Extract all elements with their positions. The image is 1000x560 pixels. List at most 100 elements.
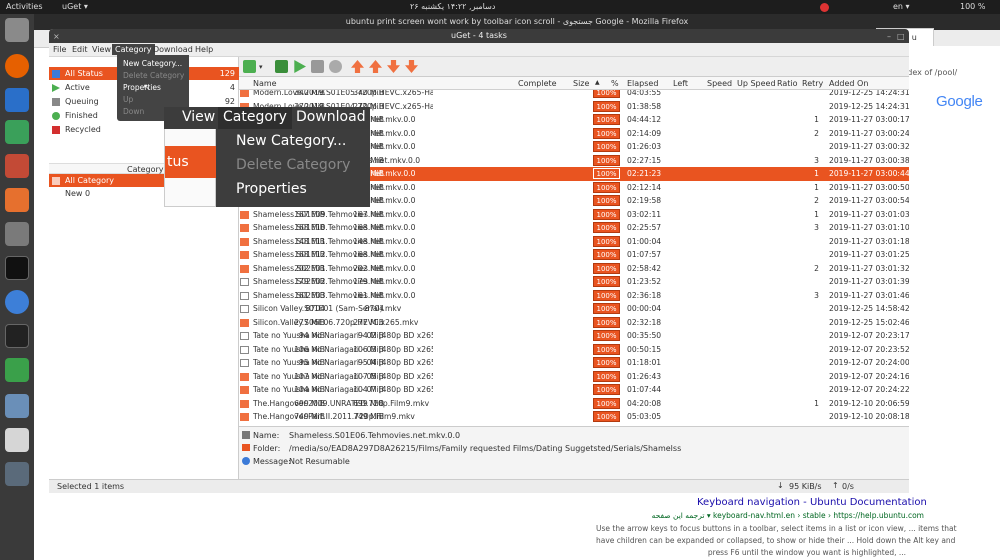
menu-up[interactable]: Up bbox=[123, 95, 133, 104]
row-progress: 100% bbox=[593, 303, 620, 314]
app-menu[interactable]: uGet ▾ bbox=[62, 2, 88, 11]
uget-icon[interactable] bbox=[5, 358, 29, 382]
properties-icon[interactable] bbox=[329, 60, 342, 73]
language-indicator[interactable]: en ▾ bbox=[893, 2, 910, 11]
table-row[interactable]: Silicon Valley.S01E01 (Sam-Serial).mkv 87… bbox=[239, 302, 909, 316]
menu-delete-category[interactable]: Delete Category bbox=[123, 71, 184, 80]
menu-file[interactable]: File bbox=[53, 45, 66, 54]
record-icon[interactable] bbox=[820, 3, 829, 12]
writer-icon[interactable] bbox=[5, 88, 29, 112]
row-progress: 100% bbox=[593, 114, 620, 125]
minimize-icon[interactable]: – bbox=[887, 32, 891, 41]
firefox-icon[interactable] bbox=[5, 54, 29, 78]
google-logo[interactable]: Google bbox=[936, 93, 983, 110]
zoom-overlay-menubar: View Category Download bbox=[164, 107, 370, 129]
files-icon[interactable] bbox=[5, 18, 29, 42]
terminal-icon[interactable] bbox=[5, 256, 29, 280]
completed-file-icon bbox=[240, 264, 249, 273]
table-row[interactable]: Modern.Love.2019.S01E05.720p.HEVC.x265-H… bbox=[239, 90, 909, 100]
row-progress: 100% bbox=[593, 154, 620, 166]
download-icon[interactable] bbox=[275, 60, 288, 73]
row-complete: 167 MiB bbox=[294, 209, 325, 219]
menu-download[interactable]: Download bbox=[153, 45, 193, 54]
menu-help[interactable]: Help bbox=[195, 45, 213, 54]
impress-icon[interactable] bbox=[5, 154, 29, 178]
table-row[interactable]: Shameless.S02E01.Tehmovies.net.mkv.0.0 20… bbox=[239, 262, 909, 276]
col-name[interactable]: Name bbox=[253, 79, 277, 88]
menu-new-category[interactable]: New Category... bbox=[123, 59, 182, 68]
table-row[interactable]: Shameless.S02E02.Tehmovies.net.mkv.0.0 17… bbox=[239, 275, 909, 289]
menu-down[interactable]: Down bbox=[123, 107, 144, 116]
app-icon[interactable] bbox=[5, 462, 29, 486]
menu-category[interactable]: Category bbox=[112, 44, 155, 55]
sort-up-icon: ▲ bbox=[595, 79, 600, 86]
move-bottom-icon[interactable] bbox=[405, 60, 418, 73]
row-size: 202 MiB bbox=[353, 263, 384, 273]
table-row[interactable]: Shameless.S01E10.Tehmovies.net.mkv.0.0 16… bbox=[239, 221, 909, 235]
result-url[interactable]: ترجمه این صفحه ▾ keyboard-nav.html.en › … bbox=[634, 511, 924, 520]
calc-icon[interactable] bbox=[5, 120, 29, 144]
table-row[interactable]: Tate no Yuusha no Nariagari - 02 [480p B… bbox=[239, 329, 909, 343]
pause-icon[interactable] bbox=[311, 60, 324, 73]
row-progress: 100% bbox=[593, 141, 620, 152]
details-panel: Name: Shameless.S01E06.Tehmovies.net.mkv… bbox=[239, 426, 909, 479]
col-ratio[interactable]: Ratio bbox=[777, 79, 798, 88]
table-row[interactable]: Tate no Yuusha no Nariagari - 03 [480p B… bbox=[239, 343, 909, 357]
col-elapsed[interactable]: Elapsed bbox=[627, 79, 658, 88]
table-row[interactable]: Shameless.S02E03.Tehmovies.net.mkv.0.0 16… bbox=[239, 289, 909, 303]
row-name: Modern.Love.2019.S01E05.720p.HEVC.x265-H… bbox=[253, 90, 433, 97]
col-size[interactable]: Size bbox=[573, 79, 589, 88]
start-icon[interactable] bbox=[294, 60, 306, 73]
row-progress: 100% bbox=[593, 222, 620, 233]
col-percent[interactable]: % bbox=[611, 79, 619, 88]
col-left[interactable]: Left bbox=[673, 79, 688, 88]
screenshot-icon[interactable] bbox=[5, 394, 29, 418]
battery-indicator[interactable]: 100 % bbox=[960, 2, 985, 11]
move-top-icon[interactable] bbox=[369, 60, 382, 73]
menu-properties[interactable]: Properties bbox=[123, 83, 161, 92]
row-complete: 168 MiB bbox=[294, 250, 325, 259]
col-added-on[interactable]: Added On bbox=[829, 79, 868, 88]
table-row[interactable]: Silicon.Valley.S06E06.720p.HEVC.x265.mkv… bbox=[239, 316, 909, 330]
row-elapsed: 01:26:03 bbox=[627, 142, 662, 151]
table-row[interactable]: The.Hangover.Part.II.2011.720p.Film9.mkv… bbox=[239, 410, 909, 424]
folder-icon bbox=[242, 444, 250, 451]
result-link[interactable]: Keyboard navigation - Ubuntu Documentati… bbox=[697, 497, 927, 508]
settings-icon[interactable] bbox=[5, 222, 29, 246]
move-up-icon[interactable] bbox=[351, 60, 364, 73]
chevron-down-icon[interactable]: ▾ bbox=[259, 63, 265, 71]
row-elapsed: 02:21:23 bbox=[627, 169, 662, 178]
table-row[interactable]: Tate no Yuusha no Nariagari - 07 [480p B… bbox=[239, 383, 909, 397]
col-up-speed[interactable]: Up Speed bbox=[737, 79, 776, 88]
row-size: 95 MiB bbox=[358, 358, 384, 367]
activities-button[interactable]: Activities bbox=[6, 2, 43, 11]
col-retry[interactable]: Retry bbox=[802, 79, 823, 88]
row-retry: 2 bbox=[814, 263, 819, 273]
close-icon[interactable]: × bbox=[53, 32, 60, 41]
table-row[interactable]: The.Hangover.2009.UNRATED.720p.Film9.mkv… bbox=[239, 397, 909, 411]
table-row[interactable]: Shameless.S01E11.Tehmovies.net.mkv.0.0 14… bbox=[239, 235, 909, 249]
maximize-icon[interactable]: □ bbox=[897, 32, 905, 41]
col-complete[interactable]: Complete bbox=[518, 79, 557, 88]
down-arrow-icon: ↓ bbox=[777, 481, 784, 490]
zoom-new-category: New Category... bbox=[236, 133, 347, 149]
row-elapsed: 00:00:04 bbox=[627, 304, 662, 313]
chromium-icon[interactable] bbox=[5, 290, 29, 314]
table-row[interactable]: Tate no Yuusha no Nariagari - 05 [480p B… bbox=[239, 370, 909, 384]
software-center-icon[interactable] bbox=[5, 188, 29, 212]
table-row[interactable]: Shameless.S01E12.Tehmovies.net.mkv.0.0 16… bbox=[239, 248, 909, 262]
row-progress: 100% bbox=[593, 370, 620, 382]
text-editor-icon[interactable] bbox=[5, 428, 29, 452]
menu-edit[interactable]: Edit bbox=[72, 45, 88, 54]
table-row[interactable]: Tate no Yuusha no Nariagari - 04 [480p B… bbox=[239, 356, 909, 370]
move-down-icon[interactable] bbox=[387, 60, 400, 73]
col-speed[interactable]: Speed bbox=[707, 79, 732, 88]
new-download-icon[interactable] bbox=[243, 60, 256, 73]
clock[interactable]: ۲۶ دسامبر, ۱۴:۲۲ یکشنبه bbox=[410, 2, 495, 11]
table-row[interactable]: Shameless.S01E09.Tehmovies.net.mkv.0.0 16… bbox=[239, 208, 909, 222]
row-size: 8704 bbox=[364, 304, 384, 313]
menu-view[interactable]: View bbox=[92, 45, 111, 54]
completed-file-icon bbox=[240, 399, 249, 408]
system-monitor-icon[interactable] bbox=[5, 324, 29, 348]
row-progress: 100% bbox=[593, 384, 620, 395]
